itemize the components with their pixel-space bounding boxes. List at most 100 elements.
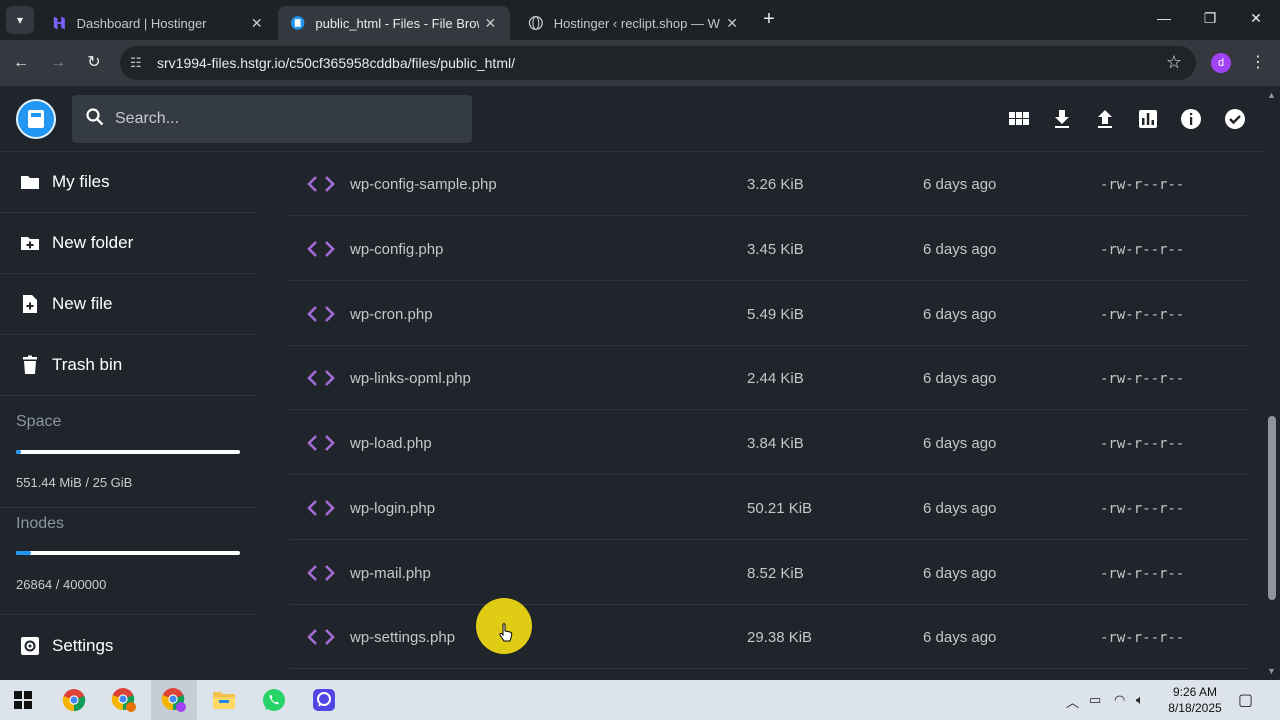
system-clock[interactable]: 9:26 AM 8/18/2025	[1160, 684, 1230, 716]
file-browser-logo[interactable]	[16, 99, 56, 139]
code-file-icon	[307, 241, 335, 257]
file-size: 50.21 KiB	[747, 500, 813, 517]
sidebar-item-label: My files	[52, 172, 110, 191]
file-name: wp-config.php	[350, 241, 444, 258]
forward-button[interactable]: →	[47, 52, 69, 74]
url-text[interactable]: srv1994-files.hstgr.io/c50cf365958cddba/…	[157, 55, 515, 71]
notification-icon[interactable]: ▢	[1238, 690, 1253, 710]
tab-title: Dashboard | Hostinger	[76, 15, 207, 31]
taskbar-whatsapp[interactable]	[251, 680, 297, 720]
taskbar-chrome-profile[interactable]	[101, 680, 147, 720]
tab-search-button[interactable]: ▾	[6, 6, 34, 34]
reload-button[interactable]: ↻	[83, 52, 105, 74]
file-size: 8.52 KiB	[747, 565, 804, 582]
file-permissions: -rw-r--r--	[1100, 307, 1185, 323]
file-size: 2.44 KiB	[747, 370, 804, 387]
file-size: 3.26 KiB	[747, 176, 804, 193]
info-icon[interactable]	[1180, 108, 1202, 130]
upload-icon[interactable]	[1094, 108, 1116, 130]
tab-wordpress[interactable]: Hostinger ‹ reclipt.shop — WordPress ✕	[516, 6, 752, 40]
new-tab-button[interactable]: +	[758, 8, 780, 30]
file-row[interactable]: wp-config-sample.php 3.26 KiB 6 days ago…	[290, 152, 1250, 216]
taskbar-chat-app[interactable]	[301, 680, 347, 720]
window-close-button[interactable]: ✕	[1244, 10, 1268, 27]
sidebar-item-label: Settings	[52, 635, 114, 655]
file-name: wp-mail.php	[350, 565, 431, 582]
sidebar-item-label: New file	[52, 294, 113, 313]
sidebar: My files New folder New file Trash bin S…	[0, 152, 288, 680]
restore-button[interactable]: ❐	[1198, 10, 1222, 27]
search-input[interactable]: Search...	[72, 95, 472, 143]
folder-icon	[21, 176, 39, 189]
file-permissions: -rw-r--r--	[1100, 501, 1185, 517]
file-name: wp-load.php	[350, 435, 432, 452]
clock-date: 8/18/2025	[1168, 701, 1222, 715]
clock-time: 9:26 AM	[1172, 685, 1218, 699]
page-scrollbar[interactable]: ▲ ▼	[1264, 86, 1280, 680]
close-icon[interactable]: ✕	[249, 15, 264, 32]
scroll-up-arrow-icon[interactable]: ▲	[1267, 90, 1276, 100]
profile-avatar[interactable]: d	[1211, 53, 1231, 73]
file-row[interactable]: wp-load.php 3.84 KiB 6 days ago -rw-r--r…	[290, 411, 1250, 475]
space-value: 551.44 MiB / 25 GiB	[16, 475, 133, 490]
download-icon[interactable]	[1051, 108, 1073, 130]
grid-view-icon[interactable]	[1008, 108, 1030, 130]
file-row[interactable]: wp-links-opml.php 2.44 KiB 6 days ago -r…	[290, 346, 1250, 410]
taskbar-chrome[interactable]	[51, 680, 97, 720]
file-row[interactable]: wp-cron.php 5.49 KiB 6 days ago -rw-r--r…	[290, 282, 1250, 346]
file-row[interactable]: wp-config.php 3.45 KiB 6 days ago -rw-r-…	[290, 217, 1250, 281]
code-file-icon	[307, 176, 335, 192]
sidebar-item-trash[interactable]: Trash bin	[0, 335, 256, 396]
volume-icon[interactable]: 🔈︎	[1136, 692, 1144, 708]
taskbar-chrome-active[interactable]	[151, 680, 197, 720]
address-bar[interactable]: ☷ srv1994-files.hstgr.io/c50cf365958cddb…	[120, 46, 1196, 80]
disk-usage-icon[interactable]	[1137, 108, 1159, 130]
battery-icon[interactable]: ▭	[1089, 692, 1101, 708]
close-icon[interactable]: ✕	[724, 15, 740, 32]
close-icon[interactable]: ✕	[483, 15, 498, 32]
file-row[interactable]: wp-mail.php 8.52 KiB 6 days ago -rw-r--r…	[290, 541, 1250, 605]
file-name: wp-login.php	[350, 500, 436, 517]
sidebar-item-new-file[interactable]: New file	[0, 274, 256, 335]
tab-title: public_html - Files - File Browser	[315, 15, 478, 31]
minimize-button[interactable]: —	[1152, 10, 1176, 26]
site-info-icon[interactable]: ☷	[130, 55, 142, 71]
file-modified: 6 days ago	[923, 565, 997, 582]
start-button[interactable]	[0, 680, 46, 720]
chrome-profile-icon	[161, 688, 186, 712]
code-file-icon	[307, 370, 335, 386]
chrome-profile-icon	[111, 688, 136, 712]
file-modified: 6 days ago	[923, 500, 997, 517]
file-row[interactable]: wp-login.php 50.21 KiB 6 days ago -rw-r-…	[290, 476, 1250, 540]
sidebar-item-label: New folder	[52, 233, 134, 252]
search-placeholder: Search...	[115, 110, 180, 127]
bookmark-star-icon[interactable]: ☆	[1166, 52, 1182, 73]
sidebar-item-my-files[interactable]: My files	[0, 152, 256, 213]
file-name: wp-config-sample.php	[350, 176, 497, 193]
inodes-title: Inodes	[16, 515, 65, 532]
sidebar-item-new-folder[interactable]: New folder	[0, 213, 256, 274]
file-modified: 6 days ago	[923, 306, 997, 323]
search-icon	[86, 108, 104, 126]
select-check-icon[interactable]	[1224, 108, 1246, 130]
globe-icon	[528, 15, 543, 31]
file-permissions: -rw-r--r--	[1100, 371, 1185, 387]
taskbar-file-explorer[interactable]	[201, 680, 247, 720]
chat-app-icon	[313, 689, 335, 711]
file-row[interactable]: wp-settings.php 29.38 KiB 6 days ago -rw…	[290, 605, 1250, 669]
gear-icon	[21, 636, 39, 655]
sidebar-item-settings[interactable]: Settings	[0, 615, 256, 676]
address-toolbar: ← → ↻ ☷ srv1994-files.hstgr.io/c50cf3659…	[0, 40, 1280, 86]
file-name: wp-cron.php	[350, 306, 433, 323]
file-name: wp-settings.php	[350, 629, 456, 646]
tab-file-browser[interactable]: public_html - Files - File Browser ✕	[278, 6, 510, 40]
wifi-icon[interactable]: ◠	[1114, 692, 1125, 708]
scroll-thumb[interactable]	[1268, 416, 1276, 600]
file-permissions: -rw-r--r--	[1100, 177, 1185, 193]
tab-dashboard[interactable]: Dashboard | Hostinger ✕	[40, 6, 276, 40]
space-title: Space	[16, 413, 62, 430]
scroll-down-arrow-icon[interactable]: ▼	[1267, 666, 1276, 676]
back-button[interactable]: ←	[10, 52, 32, 74]
show-hidden-icons-chevron-icon[interactable]: ︿	[1066, 692, 1079, 711]
browser-menu-icon[interactable]: ⋮	[1250, 52, 1266, 72]
